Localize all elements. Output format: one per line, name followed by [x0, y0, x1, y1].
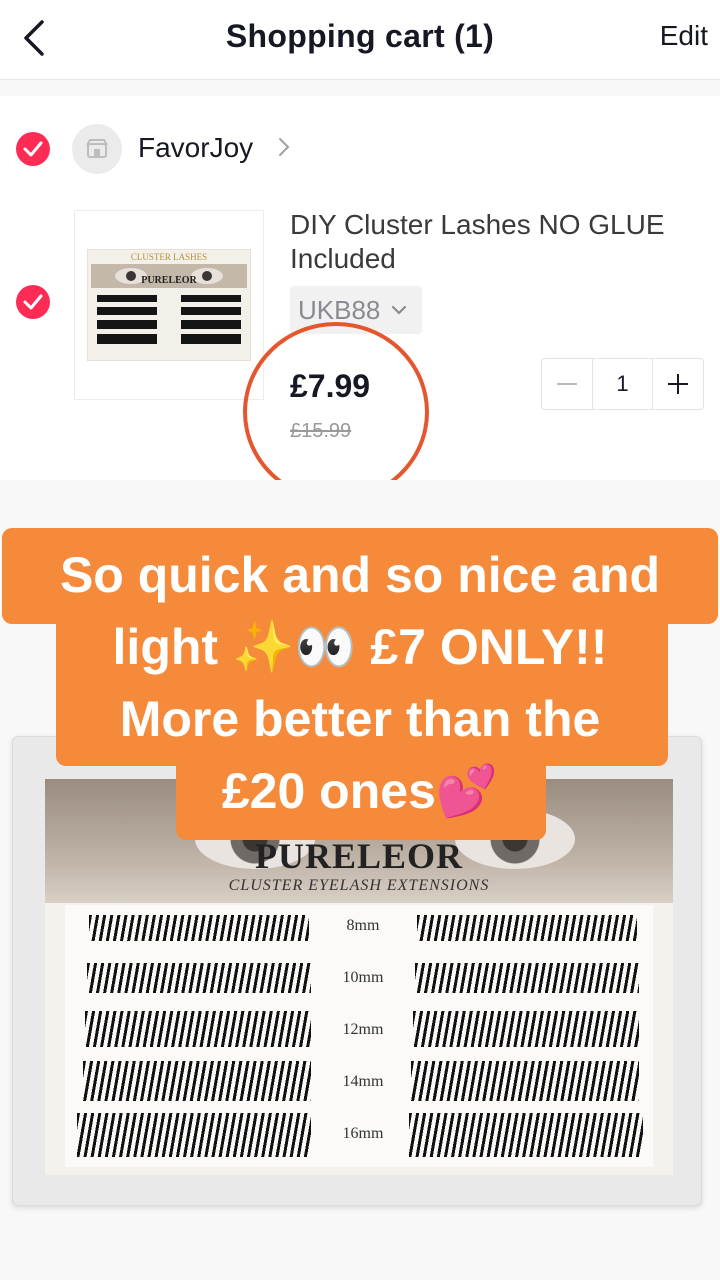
caption-line: light ✨👀 £7 ONLY!! — [112, 619, 608, 675]
decrease-button[interactable] — [542, 359, 592, 409]
lash-row: 16mm — [65, 1113, 653, 1161]
photo-subtitle: CLUSTER EYELASH EXTENSIONS — [228, 877, 490, 894]
thumb-label: CLUSTER LASHES — [131, 252, 207, 262]
thumb-brand: PURELEOR — [141, 275, 197, 286]
lash-cluster — [77, 1113, 311, 1157]
lash-cluster — [85, 1011, 311, 1047]
caption-line: £20 ones💕 — [221, 763, 499, 819]
lash-row: 8mm — [65, 905, 653, 953]
edit-button[interactable]: Edit — [660, 20, 708, 52]
lash-size-label: 10mm — [342, 969, 384, 986]
lash-cluster — [409, 1113, 643, 1157]
chevron-right-icon[interactable] — [278, 136, 290, 163]
store-checkbox[interactable] — [16, 132, 50, 166]
product-title[interactable]: DIY Cluster Lashes NO GLUE Included — [290, 208, 700, 276]
store-name[interactable]: FavorJoy — [138, 132, 253, 164]
lash-row: 10mm — [65, 957, 653, 1005]
lash-cluster — [417, 915, 637, 941]
photo-brand: PURELEOR — [254, 836, 464, 876]
quantity-value[interactable]: 1 — [591, 359, 654, 409]
cart-screen: Shopping cart (1) Edit FavorJoy CLUSTER … — [0, 0, 720, 1280]
lash-row: 14mm — [65, 1061, 653, 1109]
plus-icon — [668, 374, 689, 394]
item-checkbox[interactable] — [16, 285, 50, 319]
lash-cluster — [83, 1061, 311, 1101]
lash-cluster — [413, 1011, 639, 1047]
annotation-circle — [243, 322, 429, 502]
check-icon — [23, 141, 43, 157]
lash-cluster — [87, 963, 311, 993]
lash-size-label: 12mm — [342, 1021, 384, 1038]
quantity-stepper: 1 — [541, 358, 704, 410]
chevron-down-icon — [392, 305, 407, 315]
increase-button[interactable] — [653, 359, 703, 409]
lash-cluster — [415, 963, 639, 993]
product-image: CLUSTER LASHES PURELEOR — [87, 249, 251, 361]
lash-cluster — [89, 915, 309, 941]
caption-line: More better than the — [119, 691, 601, 747]
caption-line: So quick and so nice and — [59, 547, 661, 603]
lash-tray: 8mm 10mm 12mm 14mm 16mm — [65, 905, 653, 1167]
variant-value: UKB88 — [298, 294, 381, 325]
product-thumbnail[interactable]: CLUSTER LASHES PURELEOR — [74, 210, 264, 400]
store-icon[interactable] — [72, 124, 122, 174]
minus-icon — [556, 383, 577, 385]
check-icon — [23, 294, 43, 310]
lash-size-label: 16mm — [342, 1125, 384, 1142]
header-bar: Shopping cart (1) Edit — [0, 0, 720, 80]
section-divider — [0, 80, 720, 96]
lash-cluster — [411, 1061, 639, 1101]
page-title: Shopping cart (1) — [225, 18, 495, 54]
lash-row: 12mm — [65, 1009, 653, 1057]
lash-size-label: 14mm — [342, 1073, 384, 1090]
lash-size-label: 8mm — [346, 917, 380, 934]
